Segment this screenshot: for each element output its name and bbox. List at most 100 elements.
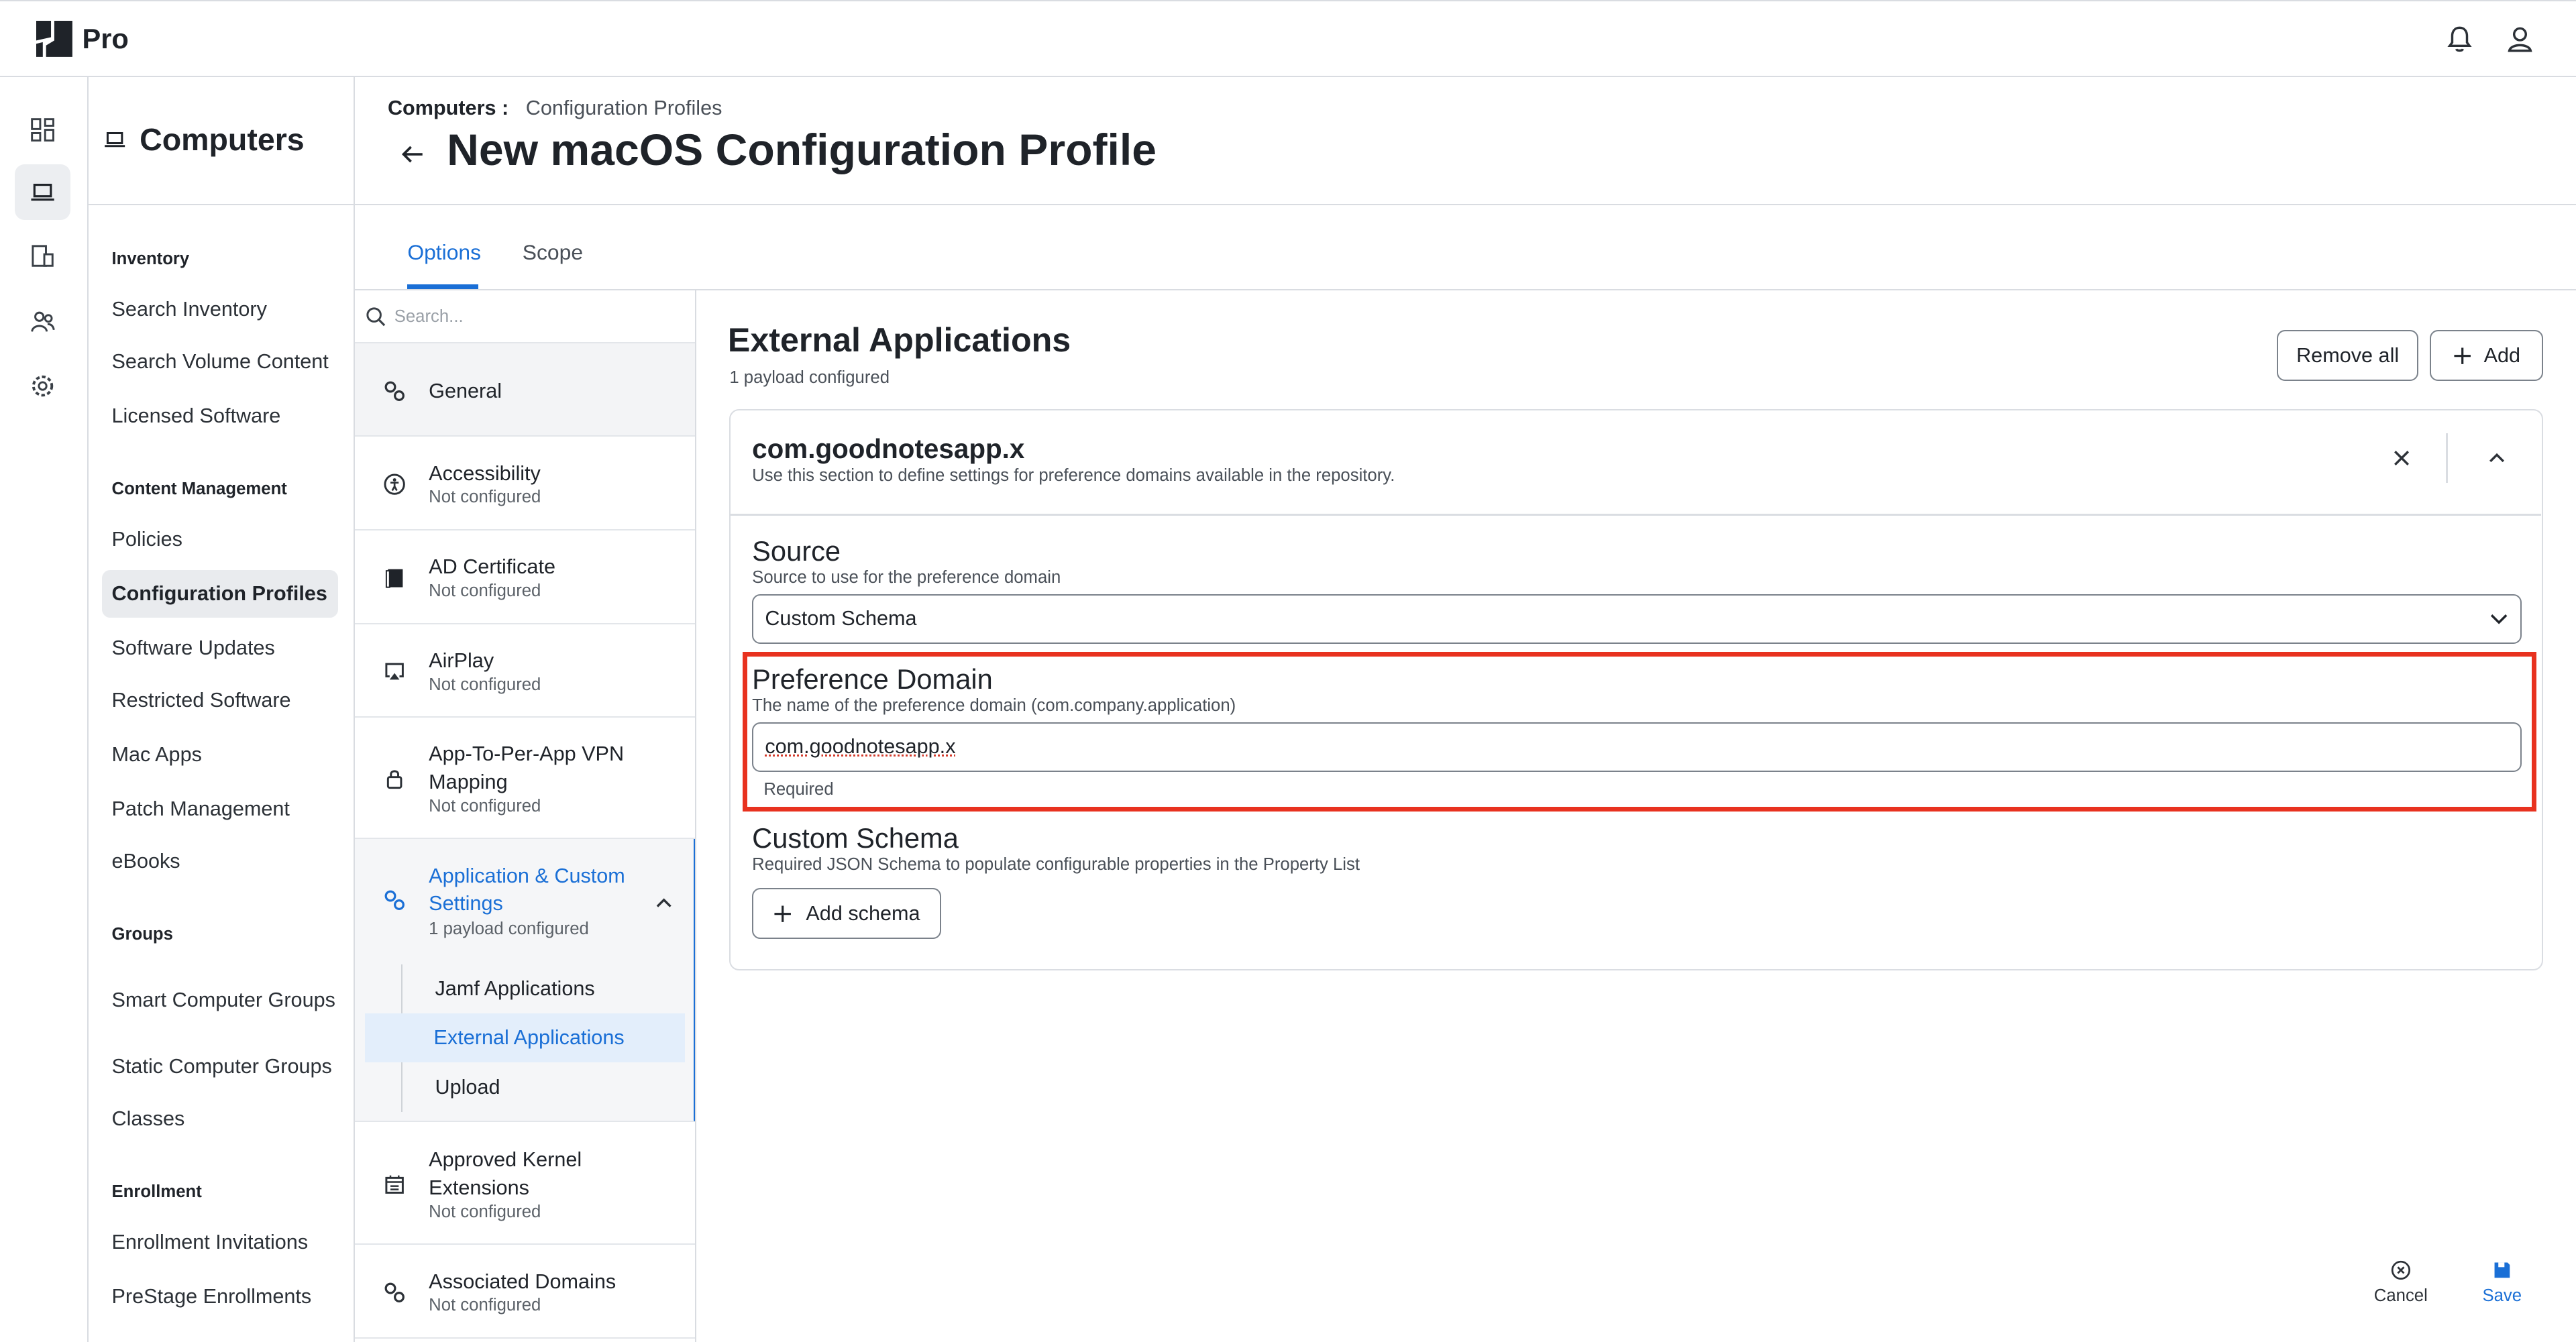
tab-scope[interactable]: Scope [523, 240, 583, 265]
preference-domain-required-note: Required [763, 779, 834, 799]
payload-name: App-To-Per-App VPN Mapping [429, 742, 625, 794]
breadcrumb: Computers : Configuration Profiles [388, 97, 722, 120]
preference-domain-help: The name of the preference domain (com.c… [752, 695, 1236, 715]
remove-all-button[interactable]: Remove all [2277, 330, 2418, 382]
nav-item-search-inventory[interactable]: Search Inventory [102, 286, 339, 333]
cancel-circle-icon [2391, 1261, 2410, 1280]
sub-item-jamf-applications[interactable]: Jamf Applications [400, 964, 684, 1013]
sub-item-upload[interactable]: Upload [400, 1062, 684, 1112]
breadcrumb-separator: : [502, 97, 509, 120]
nav-item-configuration-profiles[interactable]: Configuration Profiles [101, 569, 339, 618]
laptop-icon [105, 131, 125, 148]
nav-section-groups: Groups [111, 924, 173, 944]
payload-card: com.goodnotesapp.x Use this section to d… [729, 408, 2544, 971]
save-button[interactable]: Save [2482, 1260, 2522, 1305]
add-schema-label: Add schema [806, 901, 920, 925]
nav-item-enrollment-invitations[interactable]: Enrollment Invitations [102, 1219, 339, 1266]
payload-item-accessibility[interactable]: Accessibility Not configured [354, 437, 696, 530]
nav-header: Computers [89, 77, 355, 206]
airplay-icon [385, 663, 404, 680]
settings-gear-icon[interactable] [15, 358, 70, 414]
source-label: Source [752, 535, 841, 567]
gears-icon [384, 890, 405, 910]
back-arrow-icon[interactable] [398, 139, 427, 169]
certificate-icon [385, 569, 402, 588]
payload-card-title: com.goodnotesapp.x [752, 433, 1025, 465]
user-icon[interactable] [2504, 23, 2536, 56]
bell-icon[interactable] [2443, 23, 2476, 56]
payload-search [354, 290, 696, 343]
add-button-label: Add [2483, 343, 2521, 367]
breadcrumb-parent[interactable]: Computers [388, 97, 496, 119]
payload-status: 1 payload configured [429, 919, 589, 939]
nav-item-software-updates[interactable]: Software Updates [102, 624, 339, 672]
save-label: Save [2482, 1286, 2522, 1305]
add-button[interactable]: Add [2430, 330, 2544, 382]
users-icon[interactable] [15, 294, 70, 349]
custom-schema-label: Custom Schema [752, 822, 959, 854]
source-select-value: Custom Schema [765, 607, 917, 630]
payload-status: Not configured [429, 675, 541, 694]
nav-item-smart-computer-groups[interactable]: Smart Computer Groups [102, 970, 339, 1029]
payload-item-airplay[interactable]: AirPlay Not configured [354, 624, 696, 718]
preference-domain-label: Preference Domain [752, 663, 993, 695]
card-header-separator [2446, 433, 2448, 483]
payload-card-description: Use this section to define settings for … [752, 466, 1395, 486]
top-bar: Pro [0, 0, 2576, 78]
payload-status: Not configured [429, 1296, 541, 1315]
chevron-down-icon [2490, 614, 2508, 624]
payload-name: Application & Custom Settings [429, 864, 625, 915]
nav-item-policies[interactable]: Policies [102, 516, 339, 563]
lock-icon [386, 770, 402, 789]
add-schema-button[interactable]: Add schema [752, 888, 941, 940]
payload-item-app-vpn-mapping[interactable]: App-To-Per-App VPN Mapping Not configure… [354, 718, 696, 840]
nav-item-classes[interactable]: Classes [102, 1095, 339, 1143]
computers-icon[interactable] [15, 164, 71, 221]
section-title: External Applications [727, 321, 1071, 359]
nav-item-restricted-software[interactable]: Restricted Software [102, 677, 339, 724]
plus-icon [2454, 347, 2471, 364]
payload-item-ad-certificate[interactable]: AD Certificate Not configured [354, 530, 696, 624]
nav-item-prestage-enrollments[interactable]: PreStage Enrollments [102, 1273, 339, 1321]
payload-status: Not configured [429, 796, 541, 816]
payload-search-input[interactable] [390, 300, 687, 334]
gears-icon [384, 1282, 405, 1303]
tab-options[interactable]: Options [407, 240, 481, 265]
payload-name: Accessibility [429, 461, 541, 485]
nav-item-search-volume-content[interactable]: Search Volume Content [102, 338, 339, 386]
icon-rail [0, 77, 89, 1342]
payload-name: Approved Kernel Extensions [429, 1148, 582, 1200]
section-subtitle: 1 payload configured [729, 368, 890, 387]
chevron-up-icon[interactable] [2482, 443, 2512, 473]
cancel-button[interactable]: Cancel [2374, 1260, 2428, 1305]
dashboard-icon[interactable] [15, 102, 70, 158]
payload-item-associated-domains[interactable]: Associated Domains Not configured [354, 1245, 696, 1339]
sub-item-external-applications[interactable]: External Applications [364, 1013, 686, 1063]
header-divider [354, 203, 2576, 206]
payload-item-general[interactable]: General [354, 343, 696, 437]
accessibility-icon [384, 473, 405, 496]
custom-schema-help: Required JSON Schema to populate configu… [752, 855, 1360, 875]
nav-item-licensed-software[interactable]: Licensed Software [102, 392, 339, 440]
payload-item-approved-kernel-extensions[interactable]: Approved Kernel Extensions Not configure… [354, 1122, 696, 1245]
nav-section-enrollment: Enrollment [111, 1182, 202, 1202]
close-icon[interactable] [2387, 443, 2416, 473]
nav-item-mac-apps[interactable]: Mac Apps [102, 731, 339, 779]
chevron-up-icon[interactable] [654, 893, 674, 913]
payload-name: Associated Domains [429, 1270, 616, 1293]
nav-section-content-management: Content Management [111, 480, 287, 499]
jamf-logo-icon [36, 21, 72, 58]
nav-item-ebooks[interactable]: eBooks [102, 838, 339, 885]
plus-icon [774, 905, 792, 922]
cancel-label: Cancel [2373, 1286, 2428, 1305]
nav-item-static-computer-groups[interactable]: Static Computer Groups [102, 1043, 339, 1091]
preference-domain-input[interactable] [752, 722, 2522, 772]
search-icon [366, 306, 385, 326]
card-header-divider [731, 514, 2542, 516]
nav-item-patch-management[interactable]: Patch Management [102, 785, 339, 833]
payload-name: AD Certificate [429, 555, 555, 579]
devices-icon[interactable] [15, 228, 70, 284]
source-select[interactable]: Custom Schema [752, 594, 2522, 644]
payload-item-application-custom-settings[interactable]: Application & Custom Settings 1 payload … [354, 839, 696, 1122]
app-name: Pro [82, 22, 129, 54]
